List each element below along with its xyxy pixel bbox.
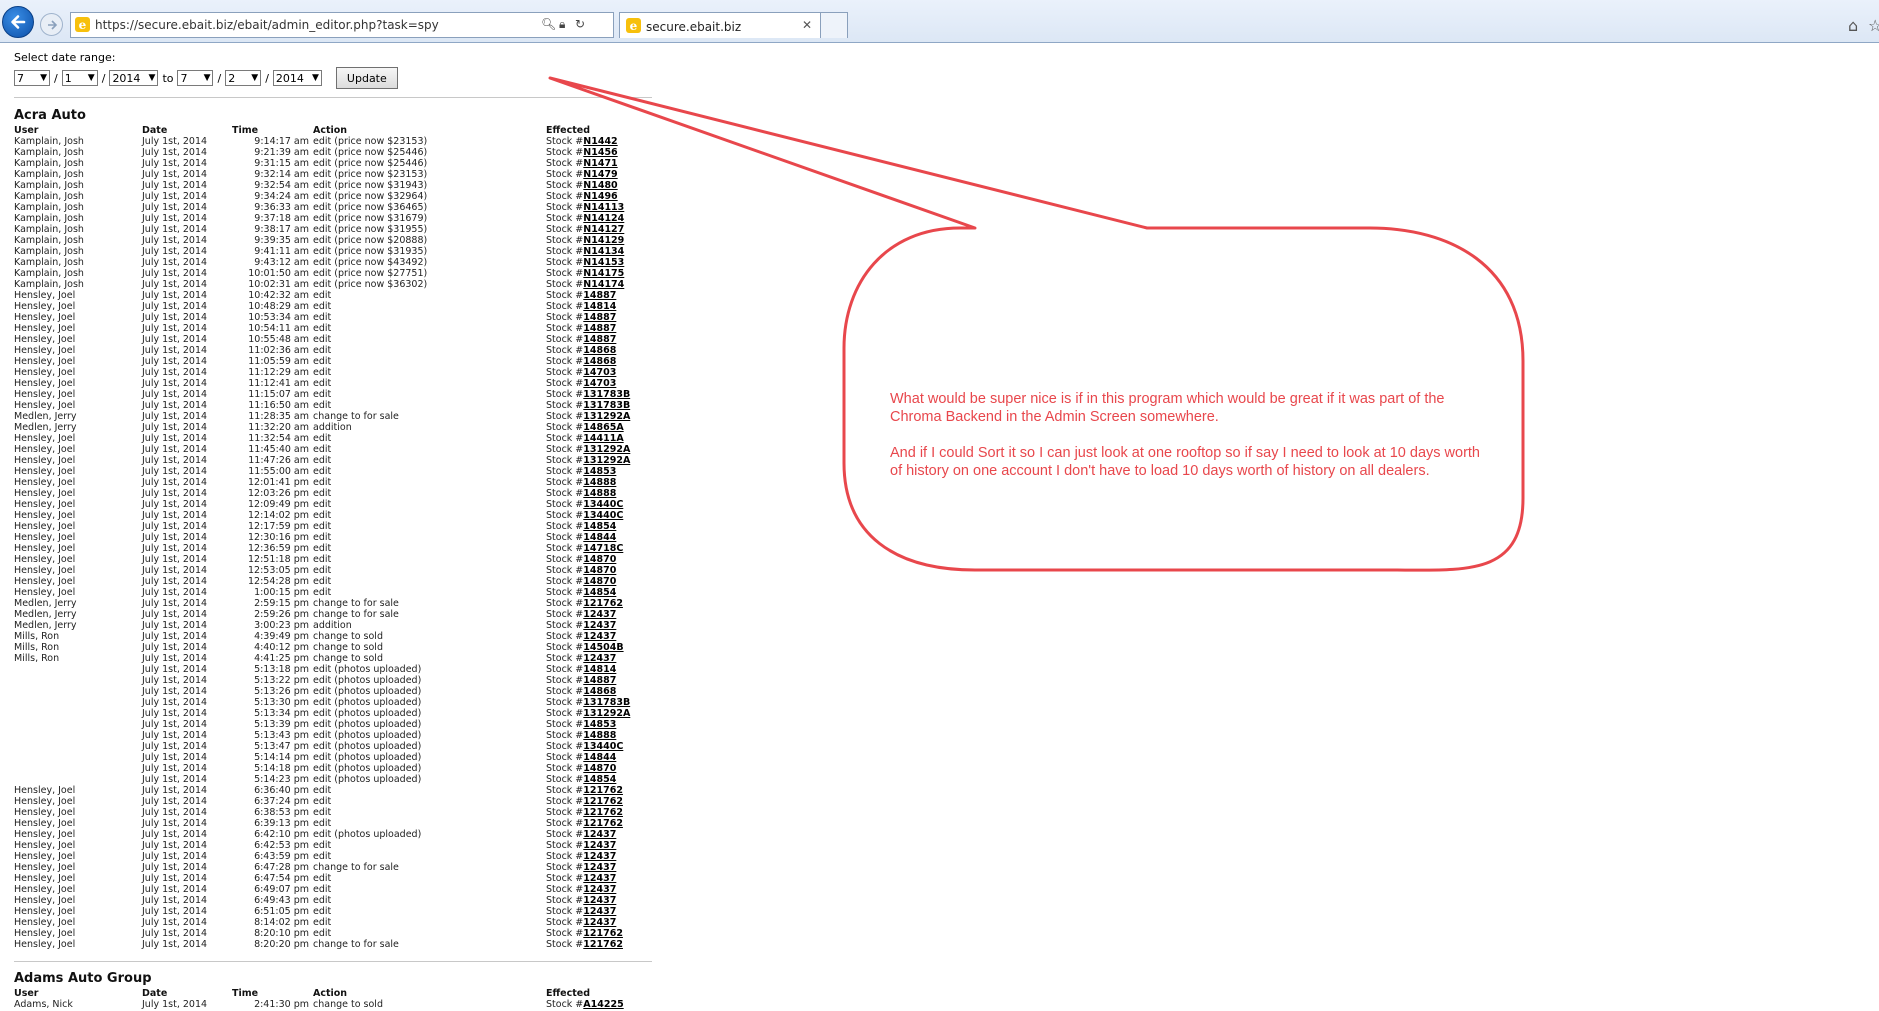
browser-chrome: e https://secure.ebait.biz/ebait/admin_e… xyxy=(0,0,1879,43)
tab-title: secure.ebait.biz xyxy=(646,20,742,34)
star-icon[interactable]: ☆ xyxy=(1868,16,1879,35)
forward-button[interactable] xyxy=(40,13,63,36)
url-text[interactable]: https://secure.ebait.biz/ebait/admin_edi… xyxy=(95,18,439,32)
close-icon[interactable]: ✕ xyxy=(802,18,812,32)
address-bar[interactable]: e https://secure.ebait.biz/ebait/admin_e… xyxy=(70,12,614,38)
annotation-paragraph-1: What would be super nice is if in this p… xyxy=(890,391,1445,425)
home-icon[interactable]: ⌂ xyxy=(1848,16,1858,35)
new-tab-button[interactable] xyxy=(820,12,848,38)
search-icon[interactable]: 🔍︎ xyxy=(541,17,556,31)
back-button[interactable] xyxy=(2,6,34,38)
browser-tab[interactable]: e secure.ebait.biz ✕ xyxy=(619,12,821,38)
arrow-left-icon xyxy=(11,15,26,29)
ie-favicon-icon: e xyxy=(626,18,641,33)
annotation-text: What would be super nice is if in this p… xyxy=(890,390,1490,498)
refresh-icon[interactable]: ↻ xyxy=(575,17,585,31)
ie-favicon-icon: e xyxy=(75,17,90,32)
arrow-right-icon xyxy=(47,19,57,30)
annotation-paragraph-2: And if I could Sort it so I can just loo… xyxy=(890,445,1480,479)
annotation-callout xyxy=(548,76,1525,572)
page-content: Select date range: 7 ▼ / 1 ▼ / 2014 ▼ to 7 ▼… xyxy=(0,43,1879,1011)
lock-icon[interactable]: 🔒︎ xyxy=(559,17,565,32)
